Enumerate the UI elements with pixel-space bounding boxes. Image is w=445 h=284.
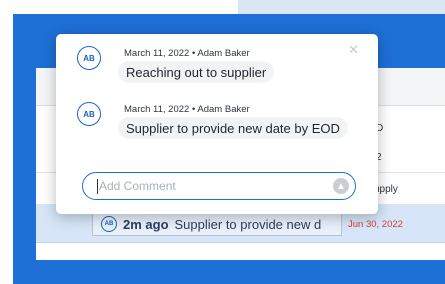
text-caret [97, 178, 98, 194]
latest-comment-chip[interactable]: AB 2m ago Supplier to provide new d [92, 212, 342, 236]
comment-item: AB March 11, 2022 • Adam Baker Supplier … [56, 102, 376, 146]
due-date: Jun 30, 2022 [348, 219, 403, 230]
avatar: AB [77, 46, 101, 70]
comment-author: Adam Baker [197, 104, 250, 115]
background-panel [238, 0, 445, 14]
comment-time: 2m ago [123, 216, 169, 232]
send-arrow-icon[interactable]: ▲ [333, 178, 349, 194]
comment-meta: March 11, 2022 • Adam Baker [124, 48, 250, 59]
comment-bubble: Supplier to provide new date by EOD [118, 117, 348, 139]
comment-meta: March 11, 2022 • Adam Baker [124, 104, 250, 115]
comment-author: Adam Baker [197, 48, 250, 59]
comment-item: AB March 11, 2022 • Adam Baker Reaching … [56, 46, 376, 90]
comment-bubble: Reaching out to supplier [118, 61, 275, 83]
add-comment-field[interactable]: ▲ [82, 172, 356, 200]
avatar: AB [101, 216, 117, 232]
add-comment-input[interactable] [99, 179, 319, 193]
comment-date: March 11, 2022 [124, 104, 190, 115]
avatar: AB [77, 102, 101, 126]
comment-date: March 11, 2022 [124, 48, 190, 59]
comments-popover: ✕ AB March 11, 2022 • Adam Baker Reachin… [56, 34, 378, 214]
comment-preview: Supplier to provide new d [174, 216, 322, 232]
